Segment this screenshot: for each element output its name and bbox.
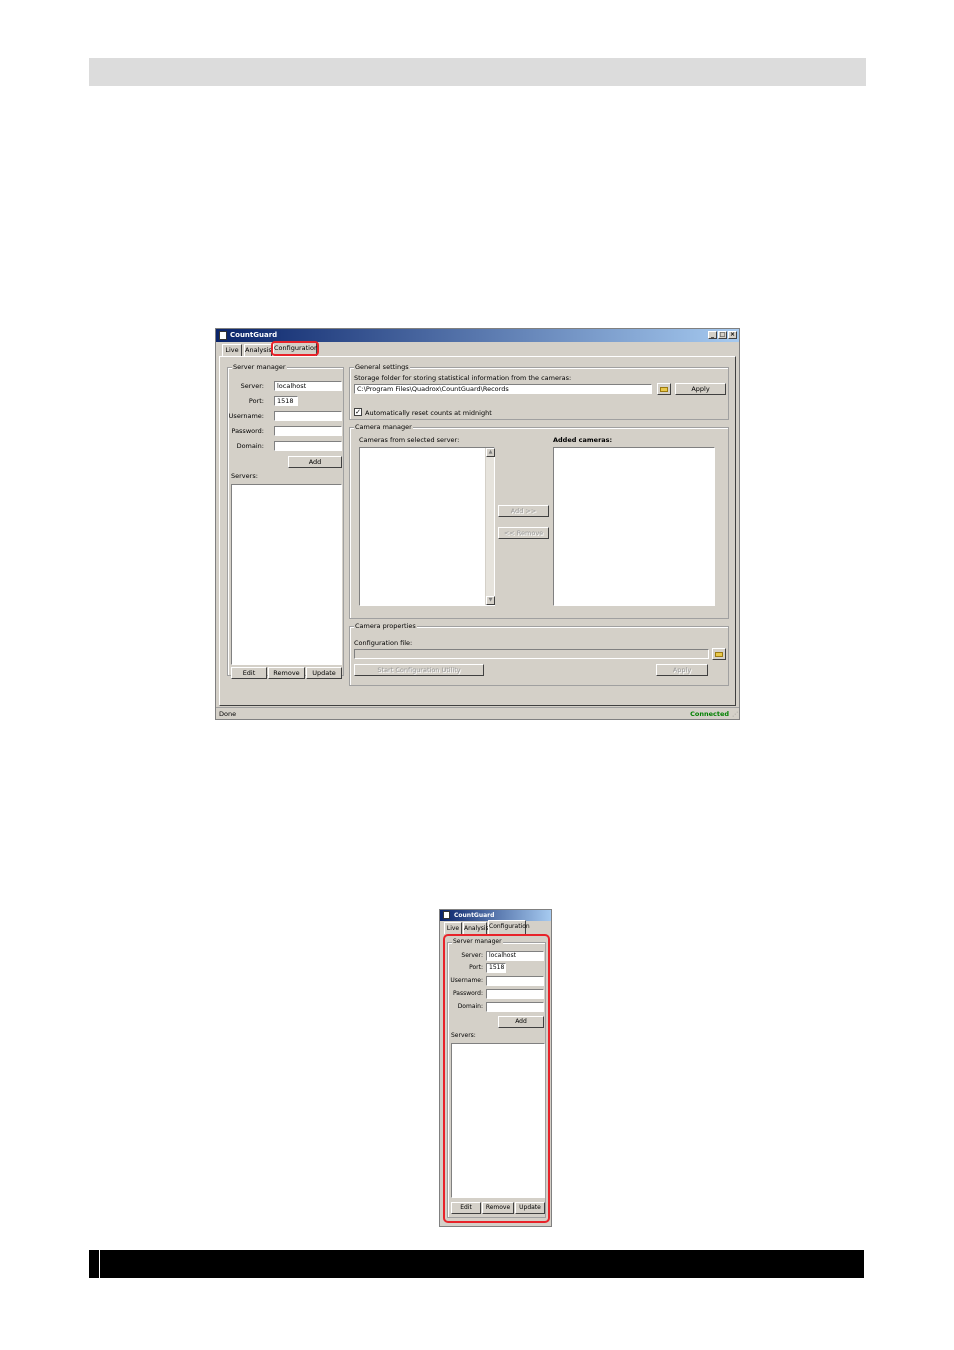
server-cameras-list[interactable]: ▲ ▼ [359,447,495,606]
reset-counts-label: Automatically reset counts at midnight [365,409,492,417]
page-footer-bar [89,1250,864,1278]
narrow-tab-live[interactable]: Live [444,922,462,934]
configuration-file-input [354,649,709,659]
scroll-up-icon[interactable]: ▲ [486,448,495,457]
folder-icon [660,387,668,392]
cameras-from-server-label: Cameras from selected server: [359,436,460,444]
config-folder-icon [715,652,723,657]
app-icon [219,331,227,340]
narrow-app-icon [443,911,450,919]
status-text: Done [219,710,237,718]
added-cameras-list[interactable] [553,447,715,606]
page-header-bar [89,58,866,86]
tab-highlight-annotation [271,341,319,356]
port-input[interactable]: 1518 [274,396,298,406]
add-camera-button[interactable]: Add >> [498,505,549,517]
edit-button[interactable]: Edit [231,667,267,679]
configuration-file-label: Configuration file: [354,639,413,647]
camera-properties-title: Camera properties [354,622,417,630]
username-label: Username: [228,412,264,420]
password-label: Password: [231,427,264,435]
storage-folder-label: Storage folder for storing statistical i… [354,374,572,382]
apply-storage-button[interactable]: Apply [675,383,726,395]
narrow-tab-analysis[interactable]: Analysis [463,922,489,934]
tab-live[interactable]: Live [222,344,242,356]
reset-counts-checkbox[interactable]: ✓ [354,408,362,416]
camera-manager-title: Camera manager [354,423,413,431]
servers-label: Servers: [231,472,258,480]
countguard-window-narrow: CountGuard Live Analysis Configuration S… [439,909,552,1227]
update-button[interactable]: Update [306,667,342,679]
server-manager-highlight-annotation [443,934,550,1223]
maximize-icon[interactable]: □ [718,331,727,339]
server-label: Server: [240,382,264,390]
server-manager-group: Server manager Server: localhost Port: 1… [227,363,344,679]
added-cameras-label: Added cameras: [553,436,613,444]
status-bar: Done Connected ⋰ [216,707,739,719]
server-manager-title: Server manager [232,363,287,371]
general-settings-group: General settings Storage folder for stor… [349,363,729,420]
port-label: Port: [248,397,264,405]
domain-label: Domain: [236,442,264,450]
minimize-icon[interactable]: _ [708,331,717,339]
connection-status: Connected [690,710,729,718]
start-configuration-utility-button[interactable]: Start Configuration Utility [354,664,484,676]
servers-list[interactable] [231,484,342,665]
resize-grip-icon[interactable]: ⋰ [732,711,738,718]
cameras-scrollbar[interactable]: ▲ ▼ [485,448,495,605]
domain-input[interactable] [274,441,342,451]
narrow-window-title: CountGuard [454,912,495,919]
general-settings-title: General settings [354,363,410,371]
camera-properties-group: Camera properties Configuration file: St… [349,622,729,686]
tab-analysis[interactable]: Analysis [244,344,272,356]
password-input[interactable] [274,426,342,436]
countguard-window: CountGuard _ □ × Live Analysis Configura… [215,328,740,720]
username-input[interactable] [274,411,342,421]
remove-server-button[interactable]: Remove [268,667,305,679]
configuration-panel: Server manager Server: localhost Port: 1… [219,356,736,706]
server-input[interactable]: localhost [274,381,342,391]
scroll-down-icon[interactable]: ▼ [486,596,495,605]
camera-manager-group: Camera manager Cameras from selected ser… [349,423,729,619]
add-server-button[interactable]: Add [288,456,342,468]
window-title: CountGuard [230,331,278,339]
browse-storage-button[interactable] [657,383,671,395]
remove-camera-button[interactable]: << Remove [498,527,549,539]
apply-properties-button[interactable]: Apply [656,664,708,676]
browse-config-button[interactable] [712,648,726,660]
storage-folder-input[interactable]: C:\Program Files\Quadrox\CountGuard\Reco… [354,384,652,394]
narrow-tab-configuration[interactable]: Configuration [488,920,530,934]
close-icon[interactable]: × [728,331,737,339]
